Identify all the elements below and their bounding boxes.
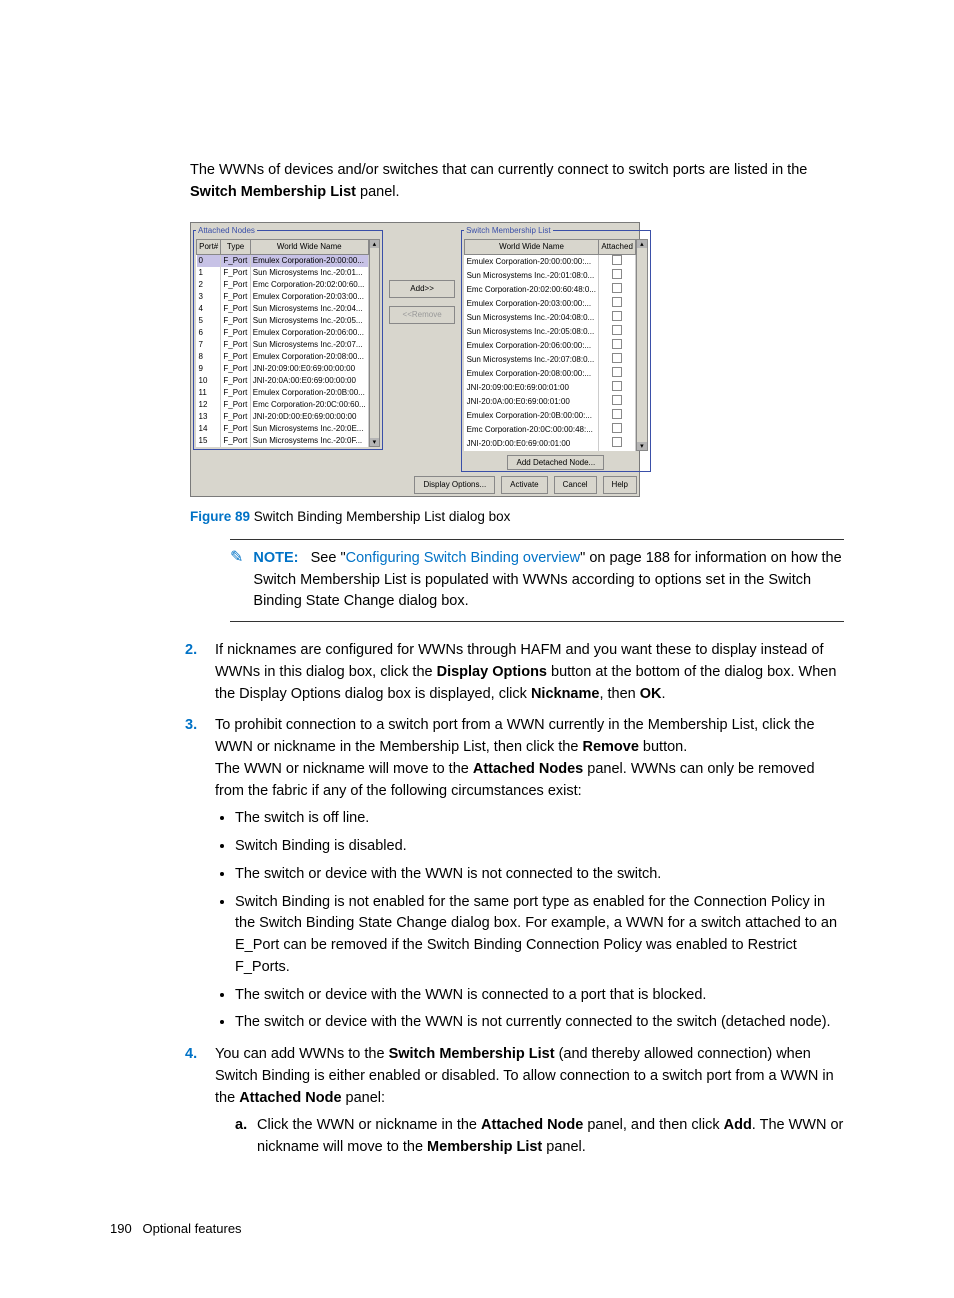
col-wwn[interactable]: World Wide Name [250, 239, 368, 254]
note-link[interactable]: Configuring Switch Binding overview [346, 550, 581, 566]
list-item: The switch or device with the WWN is con… [235, 985, 844, 1007]
table-row[interactable]: 7F_PortSun Microsystems Inc.-20:07... [197, 339, 369, 351]
scrollbar[interactable]: ▴▾ [636, 239, 647, 451]
attached-legend: Attached Nodes [196, 225, 257, 237]
table-row[interactable]: JNI-20:0A:00:E0:69:00:01:00 [465, 395, 636, 409]
table-row[interactable]: JNI-20:09:00:E0:69:00:01:00 [465, 381, 636, 395]
intro-paragraph: The WWNs of devices and/or switches that… [190, 160, 844, 204]
table-row[interactable]: 9F_PortJNI-20:09:00:E0:69:00:00:00 [197, 363, 369, 375]
add-button[interactable]: Add>> [389, 280, 455, 298]
step-number: 3. [185, 715, 197, 737]
note-block: ✎ NOTE: See "Configuring Switch Binding … [230, 548, 844, 613]
checkbox[interactable] [612, 395, 622, 405]
checkbox[interactable] [612, 353, 622, 363]
remove-button[interactable]: <<Remove [389, 306, 455, 324]
table-row[interactable]: 11F_PortEmulex Corporation-20:0B:00... [197, 387, 369, 399]
intro-text: The WWNs of devices and/or switches that… [190, 162, 807, 178]
substep-a: a. Click the WWN or nickname in the Atta… [235, 1115, 844, 1159]
page-number: 190 [110, 1221, 132, 1236]
checkbox[interactable] [612, 409, 622, 419]
substep-letter: a. [235, 1115, 247, 1137]
membership-table[interactable]: World Wide Name Attached Emulex Corporat… [464, 239, 636, 451]
table-row[interactable]: 4F_PortSun Microsystems Inc.-20:04... [197, 303, 369, 315]
figure-title: Switch Binding Membership List dialog bo… [254, 509, 511, 524]
table-row[interactable]: Emulex Corporation-20:08:00:00:... [465, 367, 636, 381]
step-number: 2. [185, 640, 197, 662]
table-row[interactable]: 1F_PortSun Microsystems Inc.-20:01... [197, 267, 369, 279]
checkbox[interactable] [612, 381, 622, 391]
table-row[interactable]: 8F_PortEmulex Corporation-20:08:00... [197, 351, 369, 363]
checkbox[interactable] [612, 269, 622, 279]
transfer-buttons: Add>> <<Remove [389, 225, 455, 324]
list-item: The switch is off line. [235, 808, 844, 830]
table-row[interactable]: Emulex Corporation-20:0B:00:00:... [465, 409, 636, 423]
list-item: The switch or device with the WWN is not… [235, 864, 844, 886]
list-item: Switch Binding is not enabled for the sa… [235, 892, 844, 979]
checkbox[interactable] [612, 423, 622, 433]
table-row[interactable]: 10F_PortJNI-20:0A:00:E0:69:00:00:00 [197, 375, 369, 387]
col-port[interactable]: Port# [197, 239, 221, 254]
table-row[interactable]: Emulex Corporation-20:03:00:00:... [465, 297, 636, 311]
table-row[interactable]: Sun Microsystems Inc.-20:07:08:0... [465, 353, 636, 367]
step-number: 4. [185, 1044, 197, 1066]
membership-panel: Switch Membership List World Wide Name A… [461, 225, 651, 472]
note-icon: ✎ [230, 548, 243, 613]
checkbox[interactable] [612, 297, 622, 307]
note-label: NOTE: [253, 550, 298, 566]
checkbox[interactable] [612, 325, 622, 335]
membership-legend: Switch Membership List [464, 225, 552, 237]
checkbox[interactable] [612, 367, 622, 377]
figure-number: Figure 89 [190, 509, 250, 524]
table-row[interactable]: 12F_PortEmc Corporation-20:0C:00:60... [197, 399, 369, 411]
table-row[interactable]: Emc Corporation-20:0C:00:00:48:... [465, 423, 636, 437]
table-row[interactable]: Sun Microsystems Inc.-20:01:08:0... [465, 269, 636, 283]
page-footer: 190 Optional features [110, 1219, 844, 1239]
list-item: The switch or device with the WWN is not… [235, 1012, 844, 1034]
intro-post: panel. [356, 184, 400, 200]
step-4: 4. You can add WWNs to the Switch Member… [185, 1044, 844, 1159]
cancel-button[interactable]: Cancel [554, 476, 597, 494]
dialog-panel: Attached Nodes Port# Type World Wide Nam… [190, 222, 640, 497]
divider [230, 621, 844, 622]
scrollbar[interactable]: ▴▾ [369, 239, 380, 447]
table-row[interactable]: Sun Microsystems Inc.-20:05:08:0... [465, 325, 636, 339]
mcol-wwn[interactable]: World Wide Name [465, 239, 599, 254]
table-row[interactable]: 3F_PortEmulex Corporation-20:03:00... [197, 291, 369, 303]
checkbox[interactable] [612, 283, 622, 293]
table-row[interactable]: 15F_PortSun Microsystems Inc.-20:0F... [197, 435, 369, 447]
attached-nodes-panel: Attached Nodes Port# Type World Wide Nam… [193, 225, 383, 450]
table-row[interactable]: Sun Microsystems Inc.-20:04:08:0... [465, 311, 636, 325]
note-pre: See " [311, 550, 346, 566]
checkbox[interactable] [612, 339, 622, 349]
table-row[interactable]: Emulex Corporation-20:00:00:00:... [465, 254, 636, 269]
checkbox[interactable] [612, 255, 622, 265]
intro-bold: Switch Membership List [190, 184, 356, 200]
add-detached-button[interactable]: Add Detached Node... [507, 455, 604, 470]
table-row[interactable]: 0F_PortEmulex Corporation-20:00:00... [197, 254, 369, 267]
table-row[interactable]: 5F_PortSun Microsystems Inc.-20:05... [197, 315, 369, 327]
table-row[interactable]: 2F_PortEmc Corporation-20:02:00:60... [197, 279, 369, 291]
figure-caption: Figure 89 Switch Binding Membership List… [190, 507, 844, 527]
divider [230, 539, 844, 540]
table-row[interactable]: Emulex Corporation-20:06:00:00:... [465, 339, 636, 353]
activate-button[interactable]: Activate [501, 476, 547, 494]
display-options-button[interactable]: Display Options... [414, 476, 495, 494]
table-row[interactable]: JNI-20:0D:00:E0:69:00:01:00 [465, 437, 636, 451]
checkbox[interactable] [612, 437, 622, 447]
step-2: 2. If nicknames are configured for WWNs … [185, 640, 844, 705]
col-type[interactable]: Type [221, 239, 250, 254]
table-row[interactable]: 6F_PortEmulex Corporation-20:06:00... [197, 327, 369, 339]
checkbox[interactable] [612, 311, 622, 321]
table-row[interactable]: 13F_PortJNI-20:0D:00:E0:69:00:00:00 [197, 411, 369, 423]
help-button[interactable]: Help [603, 476, 637, 494]
list-item: Switch Binding is disabled. [235, 836, 844, 858]
section-title: Optional features [143, 1221, 242, 1236]
table-row[interactable]: Emc Corporation-20:02:00:60:48:0... [465, 283, 636, 297]
table-row[interactable]: 14F_PortSun Microsystems Inc.-20:0E... [197, 423, 369, 435]
attached-table[interactable]: Port# Type World Wide Name 0F_PortEmulex… [196, 239, 369, 447]
mcol-attached[interactable]: Attached [599, 239, 636, 254]
step-3: 3. To prohibit connection to a switch po… [185, 715, 844, 1034]
